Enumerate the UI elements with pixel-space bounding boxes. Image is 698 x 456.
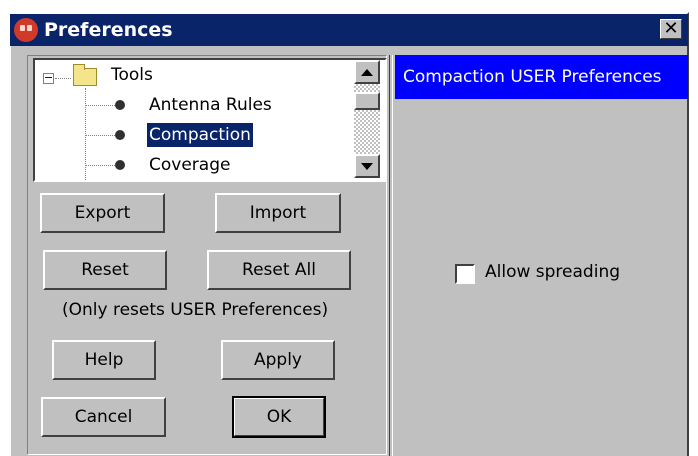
bullet-icon — [115, 130, 125, 140]
title-bar[interactable]: Preferences ✕ — [10, 14, 688, 46]
arrow-up-icon — [361, 69, 373, 76]
tree-item-label: Tools — [111, 65, 153, 85]
tree-item-label: Antenna Rules — [149, 95, 272, 115]
reset-all-button[interactable]: Reset All — [207, 250, 351, 290]
reset-note: (Only resets USER Preferences) — [62, 300, 329, 320]
bullet-icon — [115, 100, 125, 110]
export-button[interactable]: Export — [40, 193, 165, 233]
scroll-up-button[interactable] — [354, 60, 380, 84]
scroll-thumb[interactable] — [354, 92, 380, 110]
import-button[interactable]: Import — [215, 193, 341, 233]
app-logo-icon — [14, 18, 38, 42]
allow-spreading-checkbox[interactable] — [455, 264, 475, 284]
tree-item-compaction[interactable]: Compaction — [35, 122, 355, 148]
apply-button[interactable]: Apply — [221, 340, 335, 380]
tree-item-tools[interactable]: − Tools — [35, 62, 355, 88]
panel-divider[interactable] — [389, 55, 393, 456]
tree-item-coverage[interactable]: Coverage — [35, 152, 355, 178]
folder-icon — [73, 64, 97, 86]
ok-button[interactable]: OK — [232, 396, 326, 438]
cancel-button[interactable]: Cancel — [41, 397, 166, 437]
close-button[interactable]: ✕ — [660, 19, 682, 39]
tree-item-label: Compaction — [146, 122, 254, 148]
window-title: Preferences — [44, 19, 173, 41]
panel-header: Compaction USER Preferences — [395, 55, 688, 99]
tree-scrollbar[interactable] — [354, 60, 382, 180]
scroll-down-button[interactable] — [354, 154, 380, 178]
arrow-down-icon — [361, 163, 373, 170]
reset-button[interactable]: Reset — [43, 250, 167, 290]
bullet-icon — [115, 160, 125, 170]
tree-item-label: Coverage — [149, 155, 231, 175]
allow-spreading-label[interactable]: Allow spreading — [485, 262, 620, 282]
help-button[interactable]: Help — [52, 340, 156, 380]
preferences-tree[interactable]: − Tools Antenna Rules Compaction Coverag… — [33, 58, 387, 182]
collapse-icon[interactable]: − — [43, 72, 54, 84]
tree-item-antenna-rules[interactable]: Antenna Rules — [35, 92, 355, 118]
